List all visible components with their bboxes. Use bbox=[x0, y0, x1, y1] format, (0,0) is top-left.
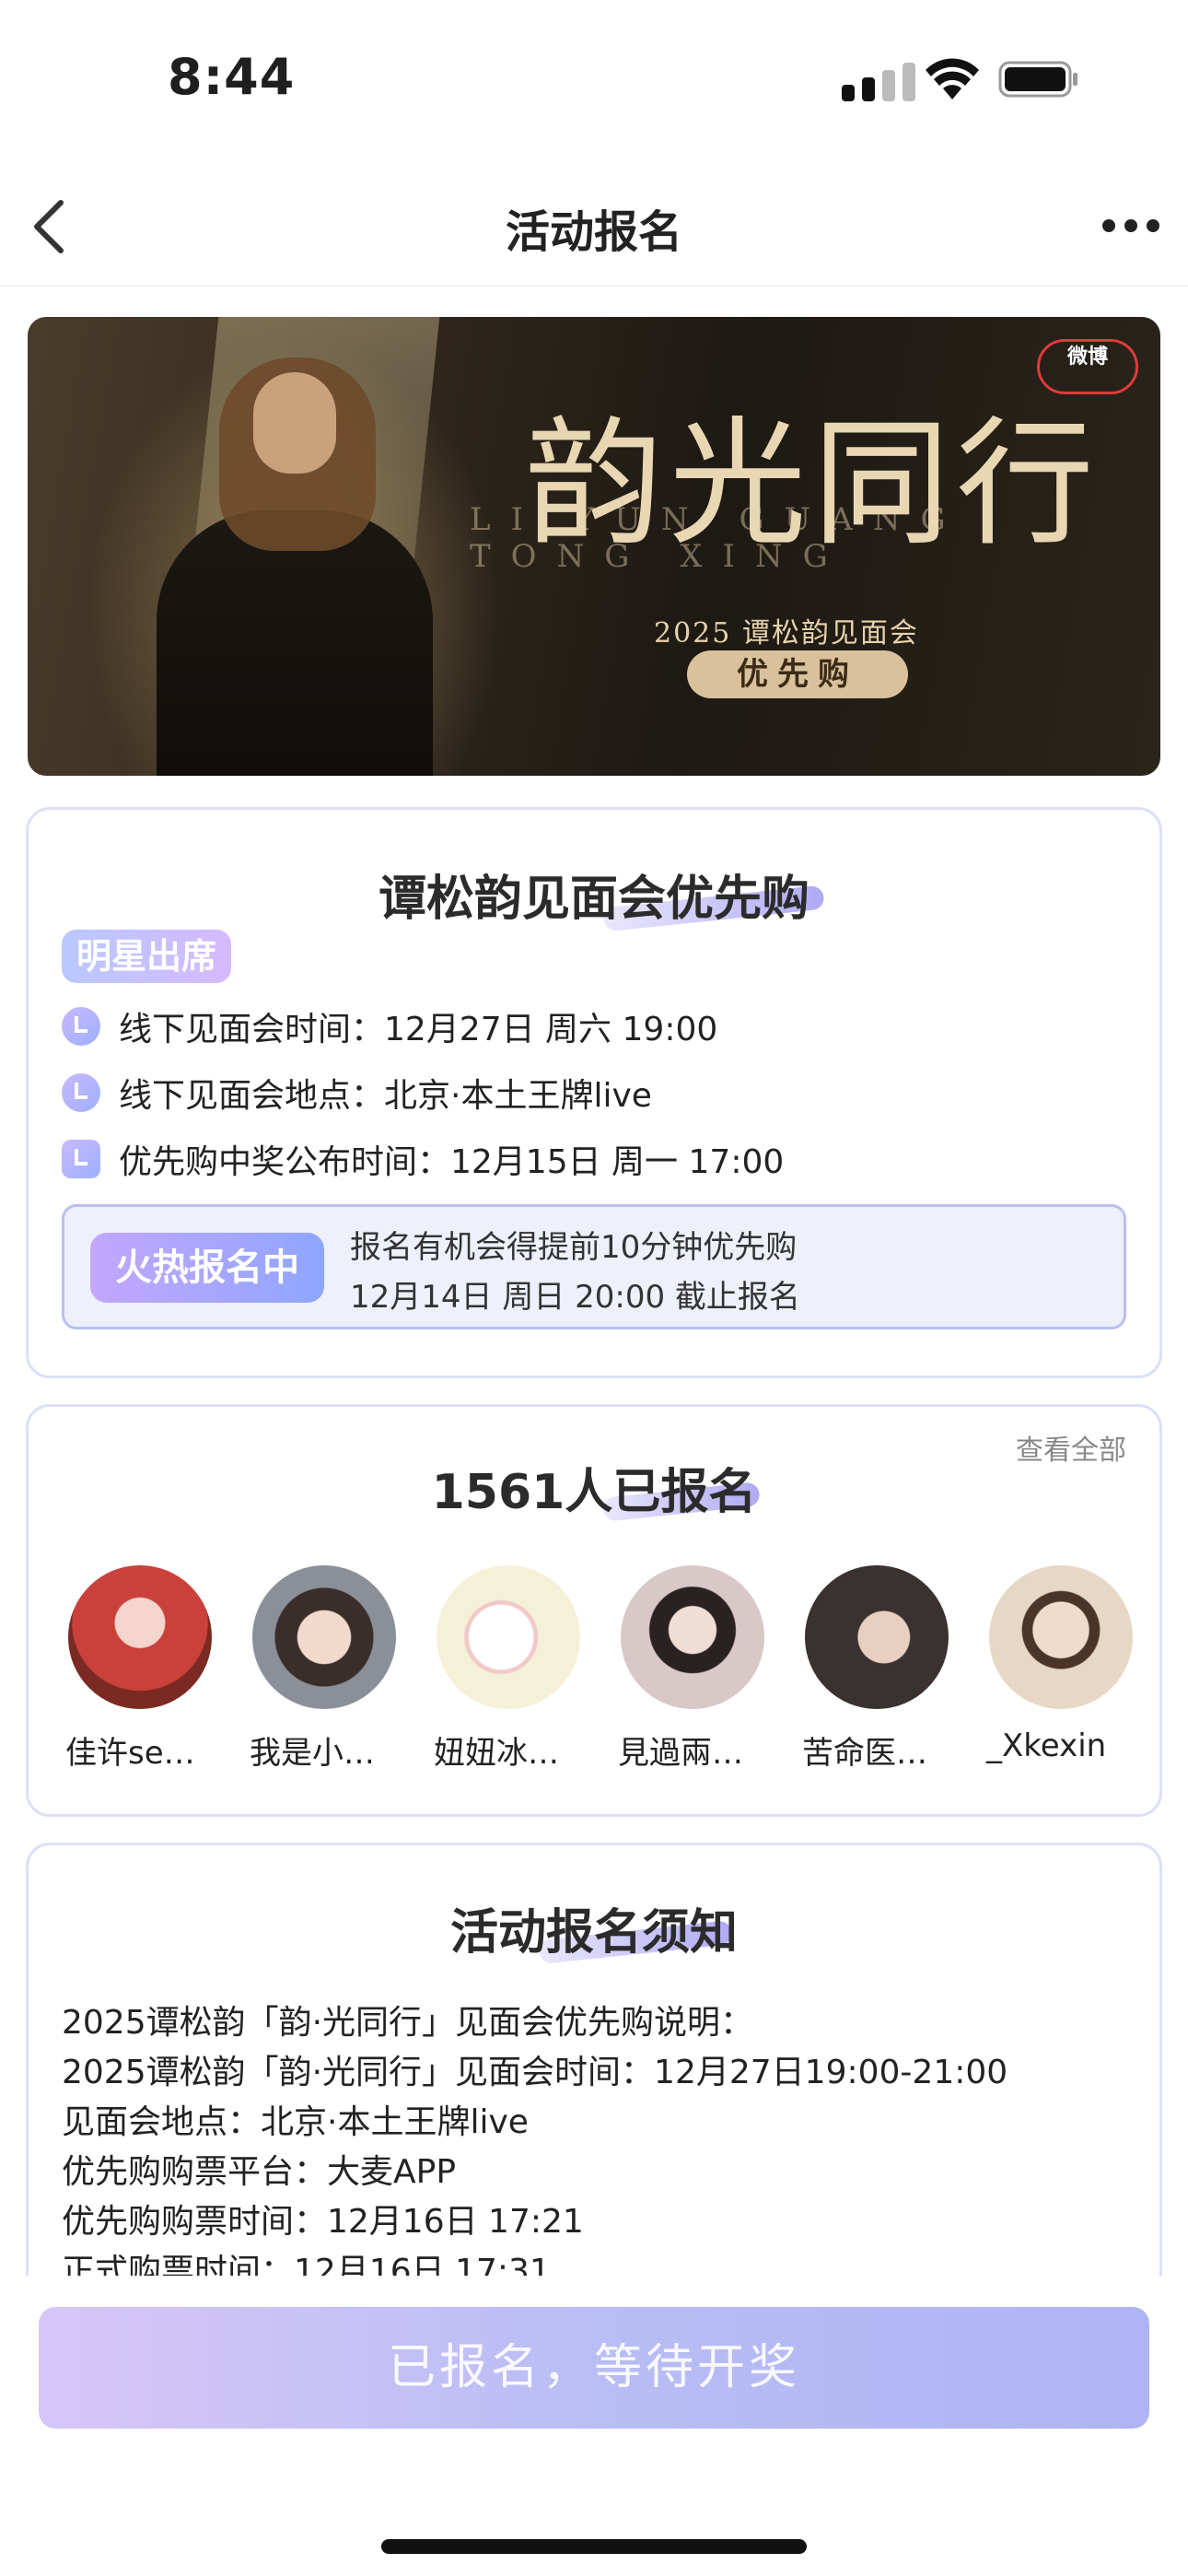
more-icon[interactable] bbox=[1101, 212, 1160, 240]
user-name: 苦命医… bbox=[802, 1735, 927, 1772]
notice-line: 见面会地点：北京·本土王牌live bbox=[62, 2103, 529, 2141]
signup-user[interactable]: 我是小… bbox=[246, 1565, 402, 1773]
weibo-logo: 微博 bbox=[1037, 339, 1138, 394]
signup-user[interactable]: 佳许se… bbox=[62, 1565, 218, 1773]
battery-icon bbox=[998, 61, 1077, 98]
avatar bbox=[68, 1565, 212, 1709]
signup-count-card: 查看全部 1561人已报名 佳许se… 我是小… 妞妞冰… 見過兩… 苦命医… … bbox=[26, 1404, 1162, 1817]
home-indicator[interactable] bbox=[381, 2539, 807, 2554]
avatar bbox=[805, 1565, 949, 1709]
cellular-signal-icon bbox=[842, 61, 919, 101]
event-location-text: 线下见面会地点：北京·本土王牌live bbox=[119, 1077, 652, 1115]
notice-line: 2025谭松韵「韵·光同行」见面会优先购说明： bbox=[62, 2004, 754, 2042]
event-card-title: 谭松韵见面会优先购 bbox=[378, 872, 809, 927]
banner-subtitle: 2025 谭松韵见面会 bbox=[654, 617, 919, 650]
avatar bbox=[621, 1565, 764, 1709]
signup-benefit-text: 报名有机会得提前10分钟优先购 bbox=[350, 1229, 798, 1266]
result-time-text: 优先购中奖公布时间：12月15日 周一 17:00 bbox=[119, 1143, 785, 1181]
clock-icon bbox=[62, 1007, 100, 1046]
signup-status-box: 火热报名中 报名有机会得提前10分钟优先购 12月14日 周日 20:00 截止… bbox=[62, 1204, 1126, 1329]
event-time-row: 线下见面会时间：12月27日 周六 19:00 bbox=[62, 1001, 717, 1051]
ticket-icon bbox=[62, 1140, 100, 1178]
signup-user[interactable]: _Xkexin bbox=[983, 1565, 1139, 1773]
event-location-row: 线下见面会地点：北京·本土王牌live bbox=[62, 1068, 652, 1118]
notice-line: 2025谭松韵「韵·光同行」见面会时间：12月27日19:00-21:00 bbox=[62, 2054, 1008, 2091]
notice-card-title-wrap: 活动报名须知 bbox=[29, 1893, 1159, 1964]
avatar bbox=[437, 1565, 580, 1709]
user-name: 佳许se… bbox=[65, 1735, 195, 1772]
star-attending-tag: 明星出席 bbox=[62, 930, 232, 983]
user-name: _Xkexin bbox=[986, 1727, 1107, 1764]
notice-body: 2025谭松韵「韵·光同行」见面会优先购说明： 2025谭松韵「韵·光同行」见面… bbox=[62, 1998, 1130, 2297]
signup-deadline-text: 12月14日 周日 20:00 截止报名 bbox=[350, 1279, 800, 1316]
status-time: 8:44 bbox=[168, 48, 296, 106]
location-icon bbox=[62, 1073, 100, 1112]
result-time-row: 优先购中奖公布时间：12月15日 周一 17:00 bbox=[62, 1134, 784, 1184]
signup-count-title: 1561人已报名 bbox=[431, 1465, 757, 1520]
wifi-icon bbox=[926, 58, 979, 100]
status-bar: 8:44 bbox=[0, 0, 1188, 157]
hot-signup-tag: 火热报名中 bbox=[90, 1233, 324, 1303]
user-name: 妞妞冰… bbox=[434, 1735, 559, 1772]
banner-badge: 优先购 bbox=[687, 650, 908, 698]
signup-user[interactable]: 見過兩… bbox=[614, 1565, 771, 1773]
notice-line: 优先购购票平台：大麦APP bbox=[62, 2153, 457, 2191]
signup-card-title-wrap: 1561人已报名 bbox=[29, 1453, 1159, 1522]
event-time-text: 线下见面会时间：12月27日 周六 19:00 bbox=[119, 1011, 718, 1048]
event-card-title-wrap: 谭松韵见面会优先购 bbox=[29, 860, 1159, 932]
avatar bbox=[252, 1565, 396, 1709]
banner-singer-face bbox=[253, 372, 336, 474]
user-name: 我是小… bbox=[250, 1735, 375, 1772]
avatar bbox=[989, 1565, 1133, 1709]
banner-title: 韵光同行 bbox=[525, 404, 1101, 565]
page-title: 活动报名 bbox=[505, 206, 682, 258]
user-name: 見過兩… bbox=[618, 1735, 743, 1772]
signup-user[interactable]: 妞妞冰… bbox=[430, 1565, 587, 1773]
signup-user[interactable]: 苦命医… bbox=[798, 1565, 955, 1773]
navigation-bar: 活动报名 bbox=[0, 157, 1188, 287]
signed-up-button[interactable]: 已报名，等待开奖 bbox=[39, 2307, 1149, 2429]
event-banner[interactable]: LI YUN GUANG TONG XING 韵光同行 2025 谭松韵见面会 … bbox=[28, 317, 1160, 776]
notice-title: 活动报名须知 bbox=[449, 1905, 738, 1961]
notice-line: 优先购购票时间：12月16日 17:21 bbox=[62, 2203, 584, 2241]
event-info-card: 谭松韵见面会优先购 明星出席 线下见面会时间：12月27日 周六 19:00 线… bbox=[26, 807, 1162, 1378]
signup-user-list: 佳许se… 我是小… 妞妞冰… 見過兩… 苦命医… _Xkexin bbox=[62, 1565, 1139, 1773]
